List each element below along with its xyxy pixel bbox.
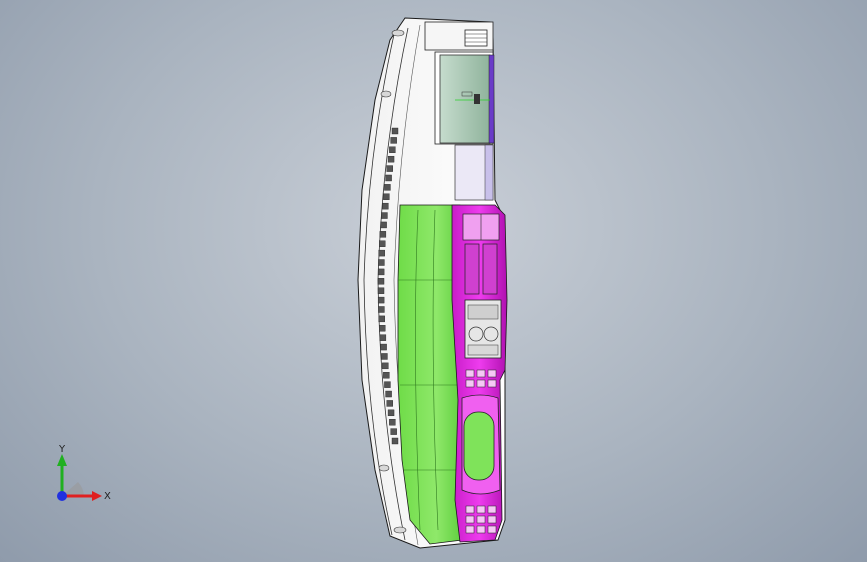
vent-slot: [385, 390, 392, 398]
vent-slot: [383, 372, 390, 379]
mount-boss-top: [391, 29, 405, 37]
vent-slot: [378, 259, 385, 266]
vent-slot: [380, 343, 387, 351]
dashboard-model[interactable]: [0, 0, 867, 562]
vent-slot: [380, 221, 387, 229]
switch-button[interactable]: [465, 369, 475, 378]
switch-button[interactable]: [487, 525, 497, 534]
y-axis-label: Y: [58, 444, 66, 455]
vent-slot: [377, 268, 385, 276]
vent-slot: [384, 381, 391, 388]
switch-button[interactable]: [465, 379, 475, 388]
vent-slot: [377, 287, 385, 294]
switch-button[interactable]: [465, 505, 475, 514]
vent-slot: [389, 419, 396, 426]
switch-button[interactable]: [465, 525, 475, 534]
switch-button[interactable]: [476, 525, 486, 534]
vent-slot: [379, 334, 387, 341]
switch-button[interactable]: [487, 369, 497, 378]
vent-slot: [383, 193, 390, 200]
vent-slot: [377, 296, 385, 304]
switch-row-bottom[interactable]: [465, 505, 497, 534]
switch-button[interactable]: [487, 379, 497, 388]
vent-slot: [391, 437, 399, 445]
vent-slot: [381, 353, 388, 360]
switch-button[interactable]: [476, 379, 486, 388]
mount-boss-bottom: [393, 526, 407, 534]
vent-slot: [390, 137, 397, 144]
vent-slot: [378, 249, 385, 257]
vent-slot: [379, 325, 386, 332]
coordinate-triad: Y X: [57, 444, 111, 502]
display-glass[interactable]: [439, 54, 491, 144]
vent-slot: [379, 231, 387, 238]
vent-slot: [389, 146, 396, 153]
switch-button[interactable]: [476, 505, 486, 514]
shifter-opening[interactable]: [463, 411, 495, 481]
vent-slot: [382, 202, 389, 210]
mount-boss-mid: [380, 90, 392, 98]
vent-slot: [378, 306, 385, 313]
vent-slot: [387, 155, 395, 163]
vent-slot: [386, 165, 393, 172]
vent-slot: [384, 184, 391, 191]
vent-slot: [390, 428, 397, 435]
vent-slot: [387, 409, 395, 417]
switch-button[interactable]: [476, 369, 486, 378]
vent-slot: [381, 212, 388, 219]
vent-slot: [378, 315, 385, 323]
vent-slot: [382, 362, 389, 370]
vent-slot: [391, 127, 399, 135]
vent-slot: [385, 174, 392, 182]
z-axis: [57, 491, 67, 501]
console-vent-left[interactable]: [464, 243, 480, 295]
display-trim: [488, 54, 495, 144]
cad-viewport[interactable]: Y X: [0, 0, 867, 562]
switch-button[interactable]: [487, 505, 497, 514]
vent-slot: [386, 400, 393, 407]
switch-button[interactable]: [476, 515, 486, 524]
vent-slot: [377, 278, 385, 285]
switch-button[interactable]: [487, 515, 497, 524]
console-vent-right[interactable]: [482, 243, 498, 295]
x-axis-label: X: [104, 491, 111, 502]
vent-slot: [379, 240, 386, 247]
switch-button[interactable]: [465, 515, 475, 524]
mount-boss-low: [378, 464, 390, 472]
